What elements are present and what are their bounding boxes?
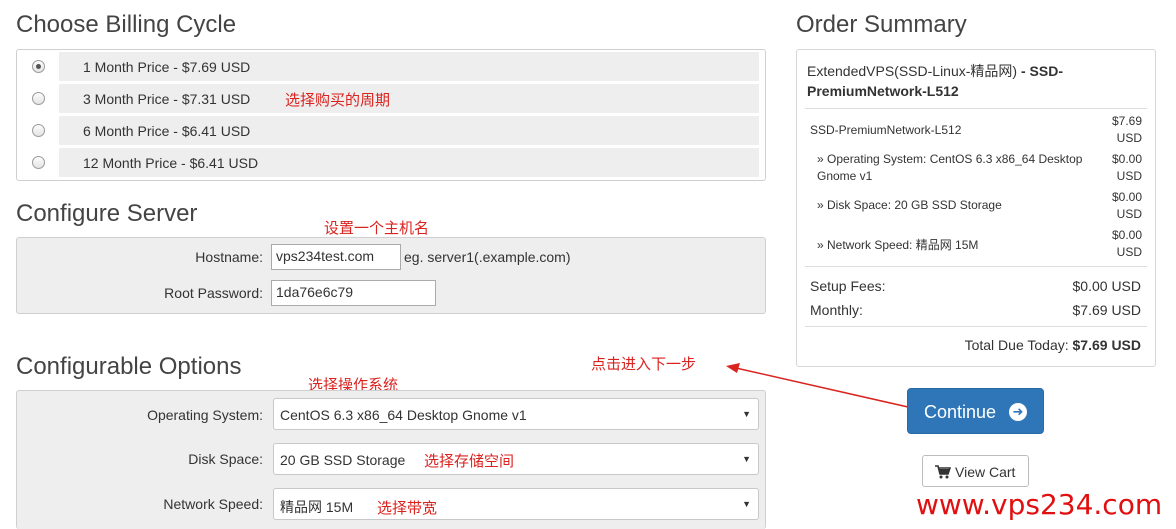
total-due-label: Total Due Today: bbox=[964, 337, 1073, 353]
arrow-right-circle-icon: ➜ bbox=[1009, 403, 1027, 421]
billing-option-12-month[interactable]: 12 Month Price - $6.41 USD bbox=[23, 148, 759, 177]
summary-line-network: » Network Speed: 精品网 15M bbox=[817, 238, 979, 252]
operating-system-select[interactable]: CentOS 6.3 x86_64 Desktop Gnome v1 ▼ bbox=[273, 398, 759, 430]
summary-line-network-price: $0.00 USD bbox=[1102, 227, 1142, 261]
billing-option-3-month[interactable]: 3 Month Price - $7.31 USD 选择购买的周期 bbox=[23, 84, 759, 113]
setup-fees-value: $0.00 USD bbox=[1072, 278, 1141, 294]
radio-button-selected[interactable] bbox=[32, 60, 45, 73]
total-due-value: $7.69 USD bbox=[1072, 337, 1141, 353]
billing-option-1-month[interactable]: 1 Month Price - $7.69 USD bbox=[23, 52, 759, 81]
continue-button[interactable]: Continue ➜ bbox=[907, 388, 1044, 434]
annotation-arrow bbox=[726, 363, 909, 408]
dropdown-arrow-icon: ▼ bbox=[742, 409, 751, 419]
price-amount: $7.69 bbox=[1111, 114, 1142, 128]
configure-server-title: Configure Server bbox=[16, 200, 198, 227]
configure-server-panel: Hostname: vps234test.com eg. server1(.ex… bbox=[16, 237, 766, 314]
root-password-value: 1da76e6c79 bbox=[276, 284, 354, 300]
product-separator: - bbox=[1017, 63, 1030, 79]
network-speed-label: Network Speed: bbox=[163, 496, 263, 512]
setup-fees-label: Setup Fees: bbox=[810, 278, 886, 294]
view-cart-button[interactable]: View Cart bbox=[922, 455, 1029, 487]
disk-space-label: Disk Space: bbox=[188, 451, 263, 467]
product-title: ExtendedVPS(SSD-Linux-精品网) - SSD-Premium… bbox=[807, 61, 1107, 101]
price-amount: $0.00 bbox=[1111, 152, 1142, 166]
disk-space-select[interactable]: 20 GB SSD Storage 选择存储空间 ▼ bbox=[273, 443, 759, 475]
hostname-value: vps234test.com bbox=[276, 248, 375, 264]
billing-cycle-panel: 1 Month Price - $7.69 USD 3 Month Price … bbox=[16, 49, 766, 181]
billing-option-label: 6 Month Price - $6.41 USD bbox=[83, 123, 251, 139]
summary-divider bbox=[805, 326, 1147, 327]
price-amount: $0.00 bbox=[1111, 228, 1142, 242]
billing-option-label: 12 Month Price - $6.41 USD bbox=[83, 155, 259, 171]
root-password-input[interactable]: 1da76e6c79 bbox=[271, 280, 436, 306]
disk-space-value: 20 GB SSD Storage bbox=[280, 452, 406, 468]
monthly-value: $7.69 USD bbox=[1072, 302, 1141, 318]
billing-annotation: 选择购买的周期 bbox=[285, 92, 391, 109]
billing-option-label: 3 Month Price - $7.31 USD bbox=[83, 91, 251, 107]
configurable-options-panel: Operating System: CentOS 6.3 x86_64 Desk… bbox=[16, 390, 766, 529]
summary-divider bbox=[805, 266, 1147, 267]
hostname-label: Hostname: bbox=[195, 249, 263, 265]
product-name: ExtendedVPS(SSD-Linux-精品网) bbox=[807, 63, 1018, 79]
disk-annotation: 选择存储空间 bbox=[424, 453, 515, 470]
radio-button[interactable] bbox=[32, 156, 45, 169]
dropdown-arrow-icon: ▼ bbox=[742, 454, 751, 464]
billing-cycle-title: Choose Billing Cycle bbox=[16, 11, 237, 38]
network-speed-value: 精品网 15M bbox=[280, 499, 354, 515]
summary-line-os: » Operating System: CentOS 6.3 x86_64 De… bbox=[817, 152, 1083, 183]
dropdown-arrow-icon: ▼ bbox=[742, 499, 751, 509]
price-amount: $0.00 bbox=[1111, 190, 1142, 204]
price-currency: USD bbox=[1116, 169, 1142, 183]
summary-line-disk-price: $0.00 USD bbox=[1102, 189, 1142, 223]
shopping-cart-icon bbox=[935, 465, 951, 479]
summary-line-plan: SSD-PremiumNetwork-L512 bbox=[810, 123, 962, 137]
view-cart-label: View Cart bbox=[955, 464, 1016, 480]
watermark: www.vps234.com bbox=[916, 488, 1163, 521]
total-due-today: Total Due Today: $7.69 USD bbox=[965, 337, 1141, 353]
summary-divider bbox=[805, 108, 1147, 109]
monthly-label: Monthly: bbox=[810, 302, 863, 318]
radio-button[interactable] bbox=[32, 124, 45, 137]
operating-system-label: Operating System: bbox=[147, 407, 263, 423]
price-currency: USD bbox=[1116, 207, 1142, 221]
price-currency: USD bbox=[1116, 245, 1142, 259]
configurable-options-title: Configurable Options bbox=[16, 353, 242, 380]
order-summary-panel: ExtendedVPS(SSD-Linux-精品网) - SSD-Premium… bbox=[796, 49, 1156, 367]
order-summary-title: Order Summary bbox=[796, 11, 967, 38]
summary-line-os-price: $0.00 USD bbox=[1102, 151, 1142, 185]
billing-option-label: 1 Month Price - $7.69 USD bbox=[83, 59, 251, 75]
continue-annotation: 点击进入下一步 bbox=[591, 356, 697, 373]
hostname-input[interactable]: vps234test.com bbox=[271, 244, 401, 270]
root-password-label: Root Password: bbox=[164, 285, 263, 301]
price-currency: USD bbox=[1116, 131, 1142, 145]
continue-label: Continue bbox=[924, 402, 997, 422]
hostname-hint: eg. server1(.example.com) bbox=[404, 249, 571, 265]
summary-line-plan-price: $7.69 USD bbox=[1102, 113, 1142, 147]
hostname-annotation: 设置一个主机名 bbox=[324, 220, 430, 237]
billing-option-6-month[interactable]: 6 Month Price - $6.41 USD bbox=[23, 116, 759, 145]
radio-button[interactable] bbox=[32, 92, 45, 105]
network-annotation: 选择带宽 bbox=[377, 500, 438, 517]
network-speed-select[interactable]: 精品网 15M 选择带宽 ▼ bbox=[273, 488, 759, 520]
operating-system-value: CentOS 6.3 x86_64 Desktop Gnome v1 bbox=[280, 407, 527, 423]
summary-line-disk: » Disk Space: 20 GB SSD Storage bbox=[817, 198, 1002, 212]
